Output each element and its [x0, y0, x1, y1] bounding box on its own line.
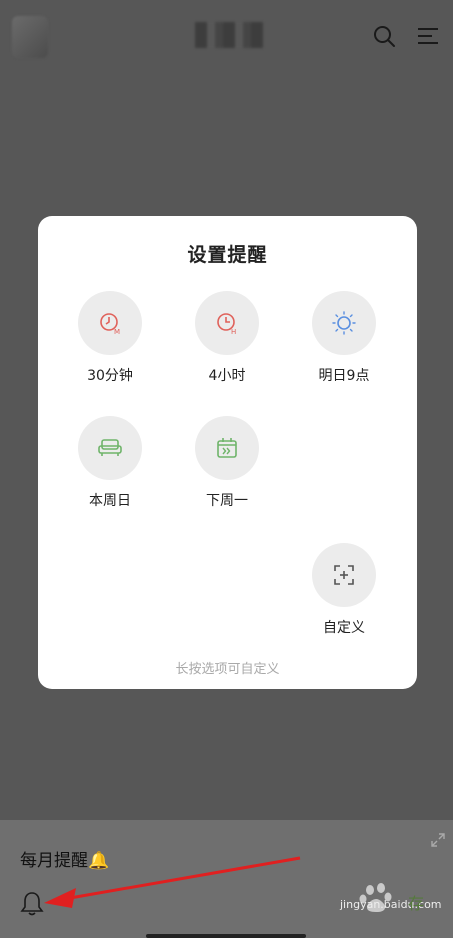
- option-circle[interactable]: [312, 291, 376, 355]
- note-text[interactable]: 每月提醒🔔: [20, 846, 109, 871]
- watermark-url: jingyan.baidu.com: [340, 898, 442, 911]
- sofa-icon: [98, 439, 122, 456]
- option-label: 自定义: [323, 620, 365, 636]
- option-tomorrow-9[interactable]: 明日9点: [299, 291, 389, 385]
- clock-h-icon: H: [217, 313, 236, 335]
- svg-text:M: M: [114, 328, 120, 335]
- dialog-hint: 长按选项可自定义: [175, 662, 280, 677]
- search-icon[interactable]: [372, 24, 396, 48]
- custom-add-icon: [334, 565, 354, 585]
- avatar[interactable]: [12, 16, 48, 58]
- sun-icon: [332, 311, 356, 335]
- page-title-blurred: [195, 22, 265, 48]
- option-circle[interactable]: [78, 416, 142, 480]
- option-label: 下周一: [206, 493, 248, 509]
- expand-icon[interactable]: [430, 832, 446, 848]
- option-label: 30分钟: [87, 368, 133, 384]
- option-circle[interactable]: H: [195, 291, 259, 355]
- dialog-title: 设置提醒: [187, 244, 268, 266]
- home-indicator: [146, 934, 306, 938]
- save-button[interactable]: 存: [408, 890, 424, 914]
- option-circle[interactable]: [195, 416, 259, 480]
- note-panel: 每月提醒🔔 jingyan.baidu.com 存: [0, 820, 453, 938]
- option-4-hours[interactable]: H 4小时: [182, 291, 272, 385]
- option-label: 4小时: [208, 368, 246, 384]
- calendar-next-icon: [217, 438, 237, 458]
- option-this-sunday[interactable]: 本周日: [65, 416, 155, 510]
- option-30-minutes[interactable]: M 30分钟: [65, 291, 155, 385]
- bell-icon[interactable]: [18, 890, 46, 918]
- option-circle[interactable]: [312, 543, 376, 607]
- option-custom[interactable]: 自定义: [299, 543, 389, 637]
- svg-text:H: H: [231, 328, 236, 335]
- menu-icon[interactable]: [416, 24, 440, 48]
- set-reminder-dialog: 设置提醒 M 30分钟 H 4小时 明日9点 本周日 下周一 自定义 长按选项可…: [38, 216, 417, 689]
- option-label: 本周日: [89, 493, 131, 509]
- top-bar: [0, 0, 453, 72]
- option-circle[interactable]: M: [78, 291, 142, 355]
- option-next-monday[interactable]: 下周一: [182, 416, 272, 510]
- option-label: 明日9点: [318, 368, 370, 384]
- clock-m-icon: M: [100, 313, 120, 335]
